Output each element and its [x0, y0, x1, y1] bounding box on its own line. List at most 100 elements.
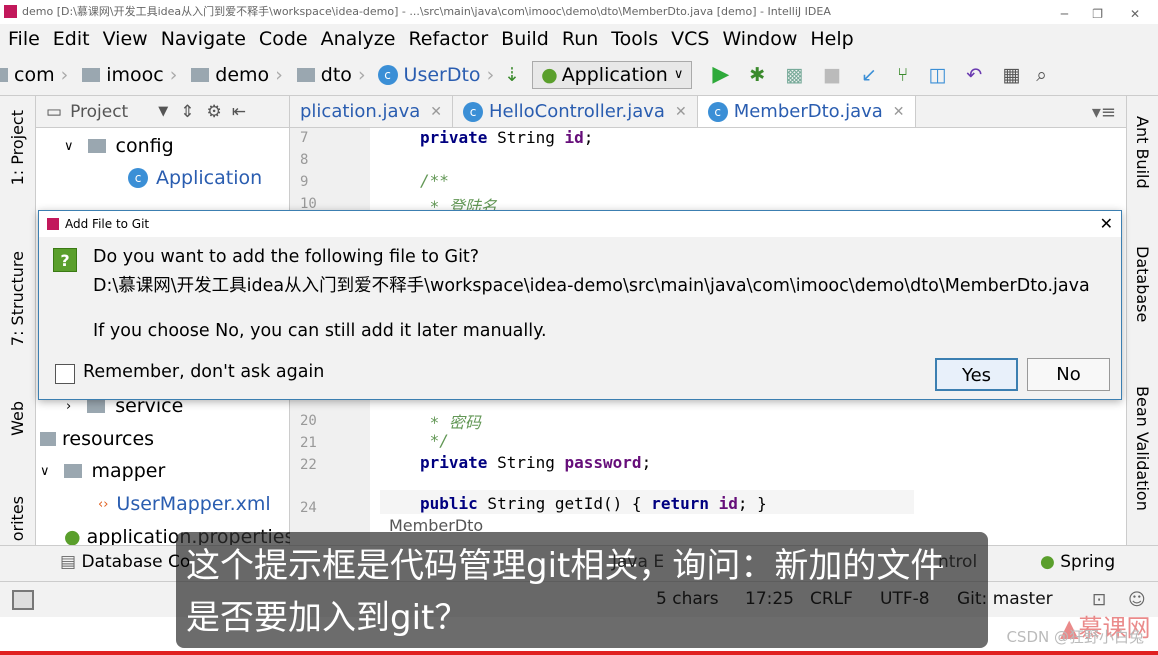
lock-icon[interactable]: ⊡	[1092, 590, 1106, 610]
project-tool-tab[interactable]: 1: Project	[8, 110, 27, 185]
xml-file-icon: ‹›	[98, 496, 109, 512]
menu-bar: File Edit View Navigate Code Analyze Refactor B…	[0, 24, 1158, 54]
menu-window[interactable]: Window	[722, 28, 797, 50]
tree-item-mapper[interactable]: ∨ mapper	[40, 460, 165, 482]
breadcrumb-imooc[interactable]: imooc ›	[74, 64, 177, 86]
ant-build-tool-tab[interactable]: Ant Build	[1133, 116, 1152, 189]
java-enterprise-tab[interactable]: Java E	[612, 552, 664, 572]
project-panel-header: ▭ Project ▼ ⇕ ⚙ ⇤	[36, 96, 289, 128]
menu-edit[interactable]: Edit	[53, 28, 90, 50]
navigation-toolbar: com › imooc › demo › dto › c UserDto › ⇣ ● Appl…	[0, 54, 1158, 96]
close-tab-icon[interactable]: ✕	[430, 104, 442, 120]
revert-icon[interactable]: ↶	[966, 64, 982, 86]
minimize-button[interactable]: ─	[1061, 2, 1068, 26]
breadcrumb-dto[interactable]: dto ›	[289, 64, 366, 86]
menu-refactor[interactable]: Refactor	[408, 28, 488, 50]
breadcrumb-label: UserDto	[403, 63, 481, 86]
code-line: public String getId() { return id; }	[420, 494, 767, 513]
close-tab-icon[interactable]: ✕	[675, 104, 687, 120]
menu-analyze[interactable]: Analyze	[321, 28, 396, 50]
hide-icon[interactable]: ⇤	[232, 102, 246, 122]
menu-tools[interactable]: Tools	[611, 28, 658, 50]
tool-windows-toggle-icon[interactable]	[12, 590, 34, 610]
folder-icon	[87, 139, 106, 153]
git-branch[interactable]: Git: master	[957, 589, 1053, 609]
vcs-update-icon[interactable]: ↙	[861, 64, 877, 86]
search-icon[interactable]: ⌕	[1036, 64, 1047, 86]
dialog-close-button[interactable]: ✕	[1100, 211, 1113, 237]
file-encoding[interactable]: UTF-8	[880, 589, 930, 609]
bean-validation-tool-tab[interactable]: Bean Validation	[1133, 386, 1152, 511]
line-number: 9	[300, 174, 309, 190]
line-number: 22	[300, 457, 317, 473]
dropdown-icon[interactable]: ▼	[158, 104, 168, 119]
line-number: 7	[300, 130, 309, 146]
menu-help[interactable]: Help	[810, 28, 853, 50]
add-file-to-git-dialog: Add File to Git ✕ ? Do you want to add th…	[38, 210, 1122, 400]
debug-icon[interactable]: ✱	[749, 64, 765, 86]
tree-item-resources[interactable]: resources	[40, 428, 154, 450]
run-icon[interactable]: ▶	[712, 62, 729, 87]
tree-item-config[interactable]: ∨ config	[64, 135, 174, 157]
close-tab-icon[interactable]: ✕	[893, 104, 905, 120]
version-control-tab[interactable]: ntrol	[938, 552, 977, 572]
menu-run[interactable]: Run	[562, 28, 598, 50]
tree-item-application[interactable]: c Application	[128, 167, 262, 189]
tree-label: resources	[62, 428, 155, 450]
folder-icon	[87, 399, 106, 413]
caret-position[interactable]: 17:25	[745, 589, 794, 609]
gear-icon[interactable]: ⚙	[206, 102, 221, 122]
database-tool-tab[interactable]: Database	[1133, 246, 1152, 322]
favorites-tool-tab[interactable]: orites	[8, 496, 27, 541]
remember-label[interactable]: Remember, don't ask again	[83, 362, 324, 382]
inspector-icon[interactable]: ☺	[1128, 590, 1146, 610]
structure-tool-tab[interactable]: 7: Structure	[8, 251, 27, 346]
no-button[interactable]: No	[1027, 358, 1110, 391]
tree-item-usermapper-xml[interactable]: ‹› UserMapper.xml	[98, 493, 271, 515]
tab-label: HelloController.java	[489, 101, 665, 122]
tab-memberdto-java[interactable]: c MemberDto.java ✕	[697, 96, 916, 127]
menu-build[interactable]: Build	[501, 28, 549, 50]
menu-vcs[interactable]: VCS	[671, 28, 709, 50]
web-tool-tab[interactable]: Web	[8, 401, 27, 436]
line-number: 21	[300, 435, 317, 451]
collapse-icon[interactable]: ⇕	[180, 102, 194, 122]
close-window-button[interactable]: ✕	[1130, 2, 1140, 26]
menu-view[interactable]: View	[103, 28, 148, 50]
breadcrumb-demo[interactable]: demo ›	[183, 64, 283, 86]
breadcrumb-userdto[interactable]: c UserDto ›	[372, 63, 494, 86]
stop-icon[interactable]: ■	[823, 64, 841, 86]
folder-icon	[296, 67, 315, 82]
breadcrumb-com[interactable]: com ›	[0, 64, 68, 86]
line-separator[interactable]: CRLF	[810, 589, 853, 609]
tabs-menu-icon[interactable]: ▾≡	[1082, 96, 1126, 127]
breadcrumb-label: imooc	[106, 63, 164, 86]
video-progress-bar[interactable]	[0, 651, 1158, 655]
database-console-tab[interactable]: ▤ Database Co	[60, 552, 190, 572]
tab-hellocontroller-java[interactable]: c HelloController.java ✕	[453, 96, 698, 127]
coverage-icon[interactable]: ▩	[785, 64, 803, 86]
project-view-select[interactable]: Project	[70, 102, 128, 122]
menu-navigate[interactable]: Navigate	[161, 28, 246, 50]
yes-button[interactable]: Yes	[935, 358, 1018, 391]
project-view-icon: ▭	[46, 101, 63, 122]
vcs-history-icon[interactable]: ◫	[928, 64, 946, 86]
maximize-button[interactable]: ❐	[1092, 2, 1103, 26]
menu-file[interactable]: File	[8, 28, 40, 50]
project-structure-icon[interactable]: ▦	[1002, 64, 1020, 86]
remember-checkbox[interactable]	[55, 364, 75, 384]
question-icon: ?	[53, 248, 77, 272]
folder-icon	[82, 67, 101, 82]
spring-tab[interactable]: ● Spring	[1040, 552, 1115, 572]
menu-code[interactable]: Code	[259, 28, 308, 50]
dialog-note: If you choose No, you can still add it l…	[93, 321, 547, 341]
build-icon[interactable]: ⇣	[504, 64, 520, 86]
run-configuration-select[interactable]: ● Application ∨	[532, 60, 693, 89]
line-number: 24	[300, 500, 317, 514]
folder-icon	[63, 464, 82, 478]
tab-application-java[interactable]: plication.java ✕	[290, 96, 454, 127]
code-line: */	[420, 431, 449, 450]
right-tool-strip: Ant Build Database Bean Validation	[1126, 96, 1158, 545]
vcs-commit-icon[interactable]: ⑂	[897, 64, 908, 86]
dialog-title-bar: Add File to Git ✕	[39, 211, 1121, 237]
